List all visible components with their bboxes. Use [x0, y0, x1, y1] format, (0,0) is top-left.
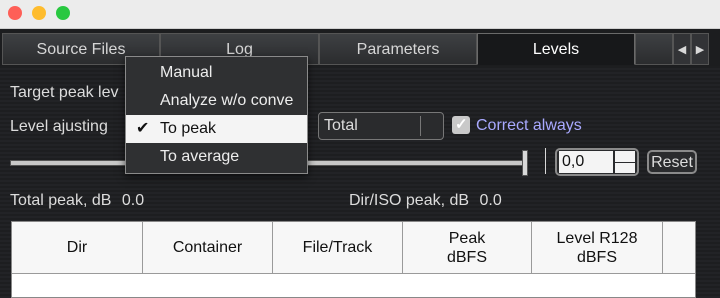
column-header-container[interactable]: Container: [143, 222, 273, 274]
checkmark-icon: ✓: [455, 116, 468, 133]
total-peak-label: Total peak, dB: [10, 192, 112, 209]
minimize-window-button[interactable]: [32, 6, 46, 20]
total-peak-readout: Total peak, dB 0.0: [10, 192, 144, 210]
tab-bar: Source Files Log Parameters Levels ◀ ▶: [0, 33, 720, 67]
level-spinbox[interactable]: 0,0: [555, 148, 639, 176]
menu-item-label: To average: [160, 148, 240, 165]
header-line: File/Track: [302, 239, 373, 256]
column-header-file-track[interactable]: File/Track: [273, 222, 403, 274]
menu-item-to-average[interactable]: To average: [126, 143, 307, 171]
total-peak-value: 0.0: [121, 192, 145, 209]
menu-item-label: Manual: [160, 64, 213, 81]
dir-iso-peak-value: 0.0: [479, 192, 502, 209]
correct-always-checkbox[interactable]: ✓: [452, 116, 470, 134]
level-value-field[interactable]: 0,0: [559, 151, 613, 173]
window-titlebar: [0, 0, 720, 29]
header-line: dBFS: [446, 248, 487, 266]
header-line: Peak: [448, 229, 486, 247]
slider-thumb[interactable]: [522, 150, 528, 176]
tab-overflow[interactable]: [635, 33, 673, 65]
scope-combo[interactable]: Total: [318, 112, 444, 140]
tab-levels[interactable]: Levels: [477, 33, 635, 65]
zoom-window-button[interactable]: [56, 6, 70, 20]
header-line: Level R128: [556, 229, 638, 247]
scope-combo-value: Total: [324, 117, 358, 134]
header-line: Container: [172, 239, 243, 256]
level-adjusting-label: Level ajusting: [10, 118, 108, 135]
levels-table: Dir Container File/Track Peak dBFS Level …: [11, 221, 696, 298]
level-adjusting-dropdown-menu: Manual Analyze w/o conve ✔ To peak To av…: [125, 56, 308, 174]
target-peak-label: Target peak lev: [10, 84, 119, 101]
close-window-button[interactable]: [8, 6, 22, 20]
scope-combo-divider: [420, 116, 421, 136]
menu-item-analyze[interactable]: Analyze w/o conve: [126, 87, 307, 115]
column-header-dir[interactable]: Dir: [12, 222, 143, 274]
dir-iso-peak-label: Dir/ISO peak, dB: [349, 192, 470, 209]
reset-button[interactable]: Reset: [647, 150, 697, 174]
header-line: Dir: [66, 239, 88, 256]
checkmark-icon: ✔: [136, 120, 150, 137]
menu-item-to-peak[interactable]: ✔ To peak: [126, 115, 307, 143]
correct-always-label: Correct always: [476, 117, 582, 134]
column-header-spare: [663, 222, 695, 274]
spin-up-button[interactable]: [615, 151, 635, 162]
header-line: dBFS: [576, 248, 617, 266]
menu-item-label: To peak: [160, 120, 217, 137]
column-header-level-r128[interactable]: Level R128 dBFS: [532, 222, 663, 274]
tabs-scroll-left-icon[interactable]: ◀: [673, 33, 691, 65]
spin-down-button[interactable]: [615, 163, 635, 173]
menu-item-label: Analyze w/o conve: [160, 92, 294, 109]
column-header-peak[interactable]: Peak dBFS: [403, 222, 532, 274]
tab-parameters[interactable]: Parameters: [319, 33, 477, 65]
separator-line: [545, 148, 546, 174]
tabs-scroll-right-icon[interactable]: ▶: [691, 33, 709, 65]
dir-iso-peak-readout: Dir/ISO peak, dB 0.0: [349, 192, 502, 210]
menu-item-manual[interactable]: Manual: [126, 59, 307, 87]
